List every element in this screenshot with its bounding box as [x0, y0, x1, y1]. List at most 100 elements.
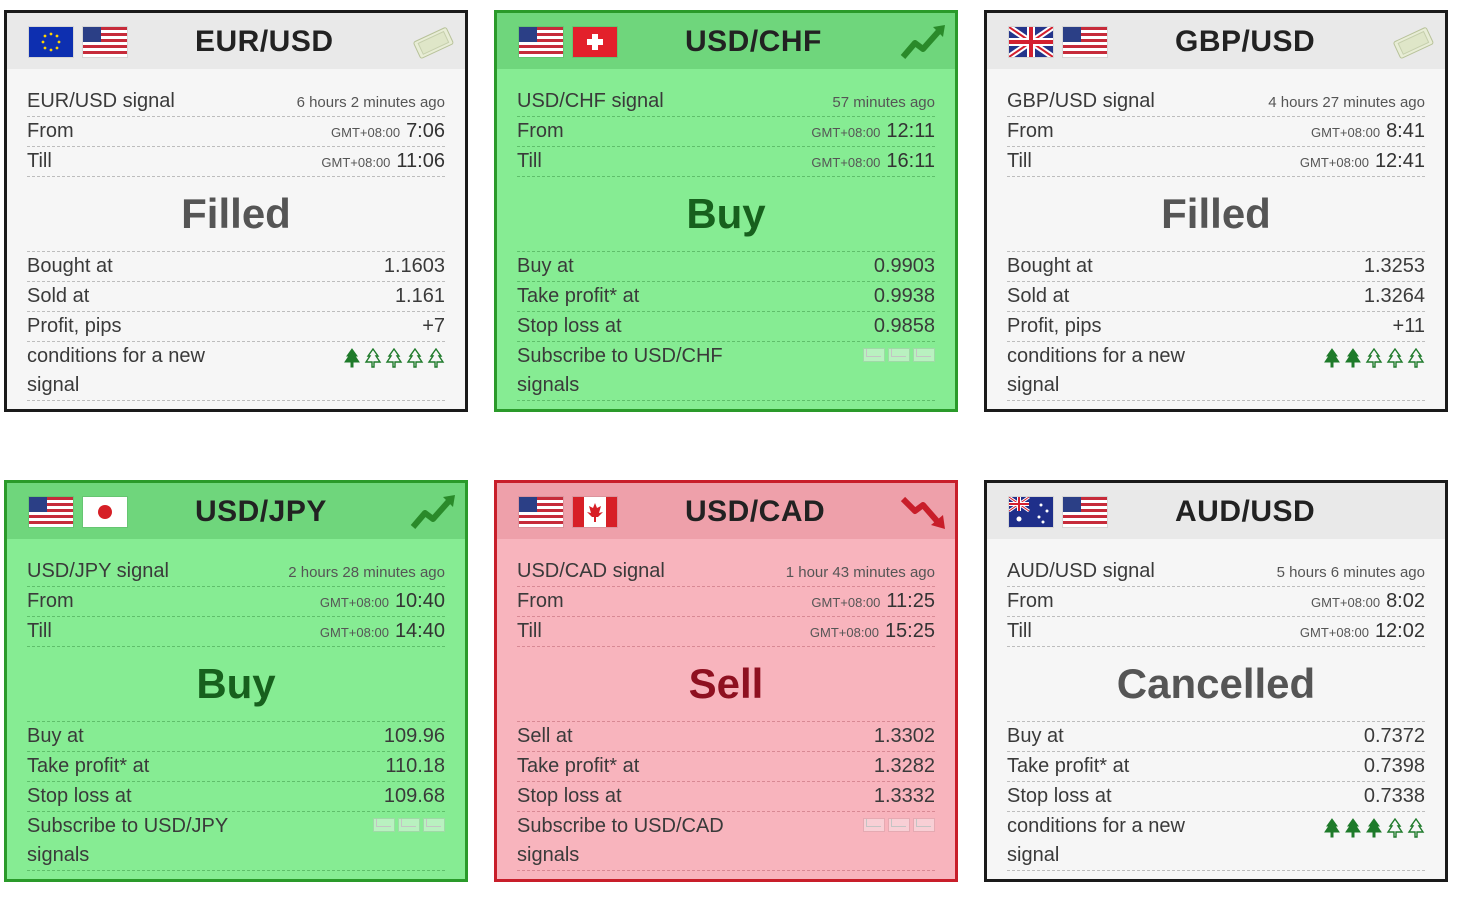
- mail-icon[interactable]: [373, 818, 395, 832]
- price-value: 1.161: [394, 285, 445, 307]
- tree-outline-icon: [364, 348, 382, 368]
- subscribe-label[interactable]: Subscribe to USD/CHF signals: [517, 342, 737, 400]
- subscribe-row: Subscribe to USD/CHF signals: [517, 342, 935, 401]
- price-label: Bought at: [27, 255, 113, 277]
- signal-row: EUR/USD signal 6 hours 2 minutes ago: [27, 87, 445, 117]
- tree-filled-icon: [1345, 348, 1361, 368]
- signal-row: AUD/USD signal 5 hours 6 minutes ago: [1007, 557, 1425, 587]
- subscribe-label[interactable]: Subscribe to USD/JPY signals: [27, 812, 247, 870]
- signal-age: 5 hours 6 minutes ago: [1276, 564, 1425, 581]
- till-label: Till: [27, 620, 52, 642]
- price-value: +7: [422, 315, 445, 337]
- price-value: 0.7338: [1363, 785, 1425, 807]
- tree-outline-icon: [1407, 818, 1425, 838]
- mail-icon[interactable]: [863, 348, 885, 362]
- from-label: From: [27, 590, 74, 612]
- till-row: Till GMT+08:00 12:41: [1007, 147, 1425, 177]
- subscribe-icons: [863, 342, 935, 362]
- till-time: 16:11: [886, 150, 935, 172]
- from-time: 8:41: [1386, 120, 1425, 142]
- tree-outline-icon: [1386, 818, 1404, 838]
- mail-icon[interactable]: [913, 348, 935, 362]
- till-row: Till GMT+08:00 11:06: [27, 147, 445, 177]
- mail-icon[interactable]: [863, 818, 885, 832]
- subscribe-icons: [863, 812, 935, 832]
- till-timezone: GMT+08:00: [1299, 155, 1369, 170]
- price-label: Stop loss at: [517, 315, 622, 337]
- till-label: Till: [517, 620, 542, 642]
- currency-pair-title: USD/CHF: [685, 25, 822, 58]
- price-value: 109.96: [383, 725, 445, 747]
- from-timezone: GMT+08:00: [319, 595, 389, 610]
- card-header: USD/JPY: [7, 483, 465, 539]
- from-row: From GMT+08:00 8:02: [1007, 587, 1425, 617]
- currency-pair-title: AUD/USD: [1175, 495, 1316, 528]
- money-icon: [1389, 21, 1437, 63]
- conditions-row: conditions for a new signal: [1007, 812, 1425, 871]
- till-timezone: GMT+08:00: [811, 155, 881, 170]
- signal-status: Filled: [1007, 177, 1425, 252]
- price-row-3: Profit, pips +7: [27, 312, 445, 342]
- card-header: GBP/USD: [987, 13, 1445, 69]
- signal-label: GBP/USD signal: [1007, 90, 1155, 112]
- us-flag-icon: [1063, 497, 1107, 527]
- price-label: Profit, pips: [27, 315, 122, 337]
- signal-label: USD/CAD signal: [517, 560, 665, 582]
- price-value: 110.18: [385, 755, 445, 777]
- conditions-indicator: [343, 342, 445, 368]
- tree-outline-icon: [1407, 348, 1425, 368]
- subscribe-row: Subscribe to USD/CAD signals: [517, 812, 935, 871]
- price-row-1: Bought at 1.1603: [27, 252, 445, 282]
- ch-flag-icon: [573, 27, 617, 57]
- price-value: 1.3302: [873, 725, 935, 747]
- from-time: 12:11: [886, 120, 935, 142]
- subscribe-label[interactable]: Subscribe to USD/CAD signals: [517, 812, 737, 870]
- au-flag-icon: [1009, 497, 1053, 527]
- eu-flag-icon: [29, 27, 73, 57]
- card-header: USD/CHF: [497, 13, 955, 69]
- price-row-1: Sell at 1.3302: [517, 722, 935, 752]
- from-time: 8:02: [1386, 590, 1425, 612]
- mail-icon[interactable]: [398, 818, 420, 832]
- us-flag-icon: [29, 497, 73, 527]
- price-value: 0.9903: [873, 255, 935, 277]
- from-label: From: [517, 590, 564, 612]
- currency-pair-title: USD/CAD: [685, 495, 826, 528]
- till-row: Till GMT+08:00 14:40: [27, 617, 445, 647]
- price-label: Stop loss at: [1007, 785, 1112, 807]
- subscribe-icons: [373, 812, 445, 832]
- mail-icon[interactable]: [888, 348, 910, 362]
- trend-up-icon: [899, 21, 947, 63]
- price-value: 0.9858: [873, 315, 935, 337]
- price-value: 1.3264: [1363, 285, 1425, 307]
- conditions-row: conditions for a new signal: [27, 342, 445, 401]
- signal-row: USD/JPY signal 2 hours 28 minutes ago: [27, 557, 445, 587]
- price-value: 1.3332: [873, 785, 935, 807]
- tree-filled-icon: [1324, 348, 1340, 368]
- signal-card-usd-chf: USD/CHF USD/CHF signal 57 minutes ago Fr…: [494, 10, 958, 412]
- till-time: 14:40: [394, 620, 445, 642]
- mail-icon[interactable]: [913, 818, 935, 832]
- us-flag-icon: [519, 27, 563, 57]
- mail-icon[interactable]: [423, 818, 445, 832]
- from-row: From GMT+08:00 7:06: [27, 117, 445, 147]
- from-row: From GMT+08:00 8:41: [1007, 117, 1425, 147]
- price-label: Buy at: [1007, 725, 1064, 747]
- price-label: Take profit* at: [517, 285, 640, 307]
- conditions-label: conditions for a new signal: [1007, 345, 1185, 396]
- us-flag-icon: [1063, 27, 1107, 57]
- mail-icon[interactable]: [888, 818, 910, 832]
- signal-card-eur-usd: EUR/USD EUR/USD signal 6 hours 2 minutes…: [4, 10, 468, 412]
- currency-pair-title: GBP/USD: [1175, 25, 1316, 58]
- signal-card-usd-jpy: USD/JPY USD/JPY signal 2 hours 28 minute…: [4, 480, 468, 882]
- money-icon: [409, 21, 457, 63]
- price-label: Buy at: [27, 725, 84, 747]
- price-row-3: Stop loss at 109.68: [27, 782, 445, 812]
- conditions-indicator: [1323, 342, 1425, 368]
- signal-card-aud-usd: AUD/USD AUD/USD signal 5 hours 6 minutes…: [984, 480, 1448, 882]
- from-time: 11:25: [886, 590, 935, 612]
- signal-status: Cancelled: [1007, 647, 1425, 722]
- tree-filled-icon: [344, 348, 360, 368]
- tree-filled-icon: [1324, 818, 1340, 838]
- signal-status: Filled: [27, 177, 445, 252]
